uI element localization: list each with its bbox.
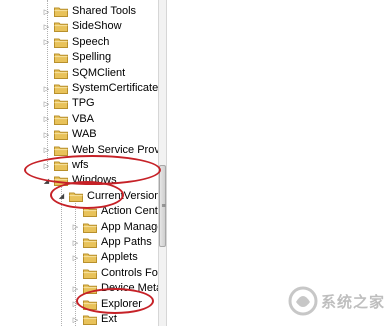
tree-scrollbar[interactable]: ≡ (158, 0, 167, 326)
folder-icon (83, 314, 97, 325)
tree-item[interactable]: ▷ TPG (42, 96, 95, 111)
tree-item[interactable]: Spelling (42, 50, 111, 65)
tree-item-label: Applets (101, 251, 138, 264)
folder-icon (54, 83, 68, 94)
tree-item[interactable]: Controls Folder (71, 266, 158, 281)
tree-item[interactable]: ▷ Ext (71, 312, 117, 326)
tree-item-label: VBA (72, 112, 95, 125)
expand-arrow-icon[interactable]: ▷ (42, 143, 51, 158)
expand-arrow-icon[interactable]: ▷ (42, 35, 51, 50)
folder-icon (83, 252, 97, 264)
expand-arrow-icon[interactable]: ▷ (71, 312, 80, 326)
expand-arrow-icon[interactable]: ▷ (42, 112, 51, 127)
folder-icon (54, 6, 68, 17)
tree-item[interactable]: ▷ App Paths (71, 235, 152, 250)
highlight-currentversion (50, 181, 124, 209)
watermark-text: 系统之家 (321, 293, 386, 311)
expand-arrow-icon[interactable]: ▷ (42, 96, 51, 111)
tree-item-label: Action Center (101, 205, 158, 218)
tree-connector-line (61, 185, 62, 326)
tree-item[interactable]: ▷ SystemCertificates (42, 81, 158, 96)
expand-arrow-icon[interactable]: ▷ (42, 81, 51, 96)
expand-arrow-icon[interactable]: ▷ (42, 127, 51, 142)
folder-icon (54, 98, 68, 110)
tree-item[interactable]: ▷ Speech (42, 35, 109, 50)
tree-item-label: App Management (101, 220, 158, 233)
tree-item-label: SystemCertificates (72, 82, 158, 94)
tree-item-label: Speech (72, 35, 110, 48)
tree-item[interactable]: ▷ App Management (71, 220, 158, 235)
tree-item[interactable]: SQMClient (42, 66, 125, 81)
expand-arrow-icon[interactable]: ▷ (71, 250, 80, 265)
tree-item[interactable]: ▷ WAB (42, 127, 97, 142)
highlight-explorer (76, 288, 154, 314)
folder-icon (54, 52, 68, 64)
tree-item-label: TPG (72, 97, 95, 110)
expand-arrow-icon[interactable]: ▷ (71, 220, 80, 235)
scrollbar-grip-icon: ≡ (161, 203, 166, 210)
folder-icon (54, 114, 68, 125)
tree-item-label: App Paths (101, 236, 152, 248)
tree-item[interactable]: ▷ SideShow (42, 19, 122, 34)
expand-arrow-icon[interactable]: ▷ (71, 235, 80, 250)
tree-item-label: SQMClient (72, 66, 126, 79)
tree-item-label: Controls Folder (101, 266, 158, 279)
folder-icon (54, 68, 68, 79)
tree-item-label: Ext (101, 313, 117, 325)
scrollbar-thumb[interactable]: ≡ (159, 165, 166, 247)
expand-arrow-icon[interactable]: ▷ (42, 4, 51, 19)
folder-icon (83, 237, 97, 248)
folder-icon (83, 268, 97, 279)
watermark-logo-icon (288, 286, 318, 316)
folder-icon (54, 37, 68, 48)
expand-arrow-icon[interactable]: ▷ (42, 19, 51, 34)
values-pane (167, 0, 386, 326)
folder-icon (54, 21, 68, 33)
tree-item-label: Spelling (72, 51, 112, 64)
tree-item[interactable]: ▷ Applets (71, 250, 138, 265)
tree-item-label: Shared Tools (72, 5, 137, 17)
folder-icon (83, 222, 97, 233)
expand-arrow-icon[interactable]: ▷ (71, 281, 80, 296)
folder-icon (54, 145, 68, 156)
tree-item-label: SideShow (72, 20, 122, 33)
folder-icon (54, 129, 68, 141)
tree-item[interactable]: ▷ Shared Tools (42, 4, 136, 19)
tree-item[interactable]: ▷ VBA (42, 112, 94, 127)
tree-item-label: WAB (72, 128, 97, 141)
watermark: 系统之家 (288, 286, 385, 316)
